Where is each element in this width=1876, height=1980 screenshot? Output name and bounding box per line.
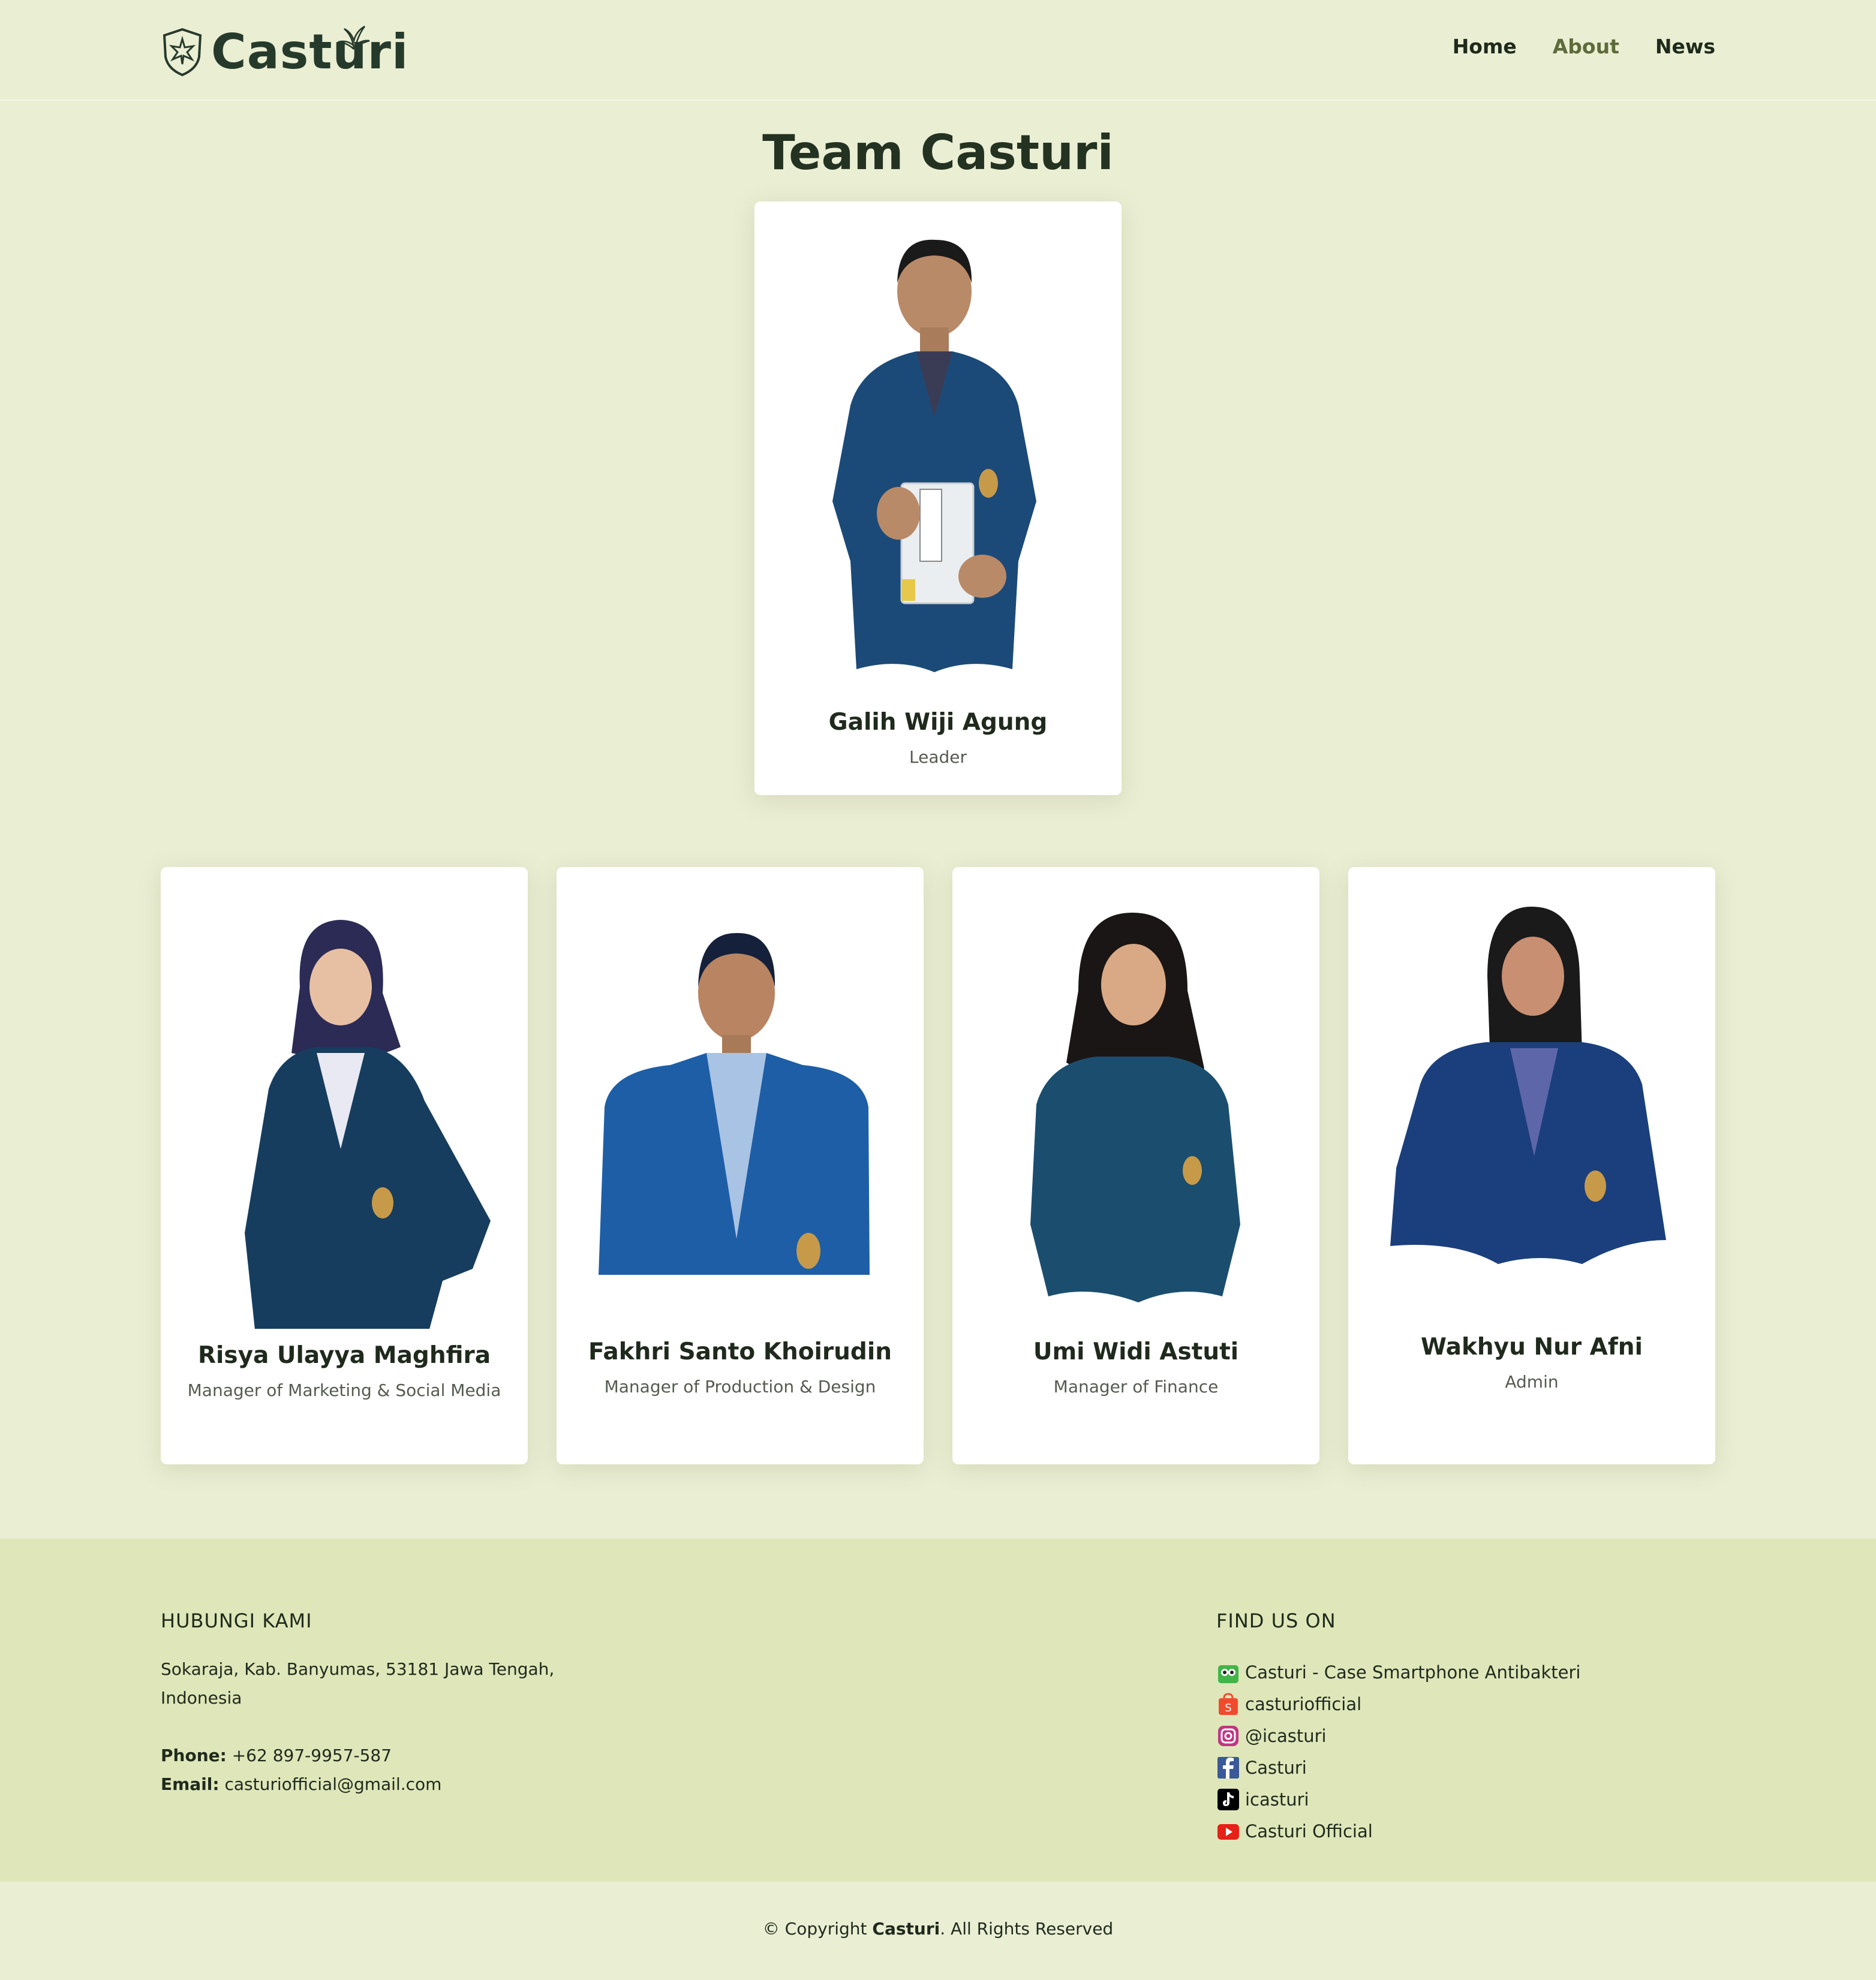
nav-home[interactable]: Home [1453, 35, 1517, 58]
copyright-prefix: © Copyright [762, 1919, 867, 1939]
phone-label: Phone: [161, 1746, 227, 1765]
member-photo [832, 239, 1036, 672]
member-name: Galih Wiji Agung [828, 709, 1048, 736]
social-link-tokopedia[interactable]: Casturi - Case Smartphone Antibakteri [1216, 1656, 1580, 1688]
address-line: Indonesia [161, 1688, 242, 1708]
copyright-brand: Casturi [872, 1919, 940, 1939]
member-name: Fakhri Santo Khoirudin [588, 1338, 892, 1365]
member-role: Manager of Marketing & Social Media [187, 1380, 501, 1400]
social-label: icasturi [1245, 1789, 1309, 1810]
page-title: Team Casturi [762, 125, 1114, 180]
youtube-icon [1217, 1823, 1239, 1840]
social-label: Casturi [1245, 1757, 1307, 1778]
brand-logo[interactable]: Casturi [161, 24, 408, 80]
nav-about[interactable]: About [1553, 35, 1619, 58]
contact-title: HUBUNGI KAMI [161, 1609, 312, 1632]
social-label: @icasturi [1245, 1725, 1327, 1746]
shield-logo-icon [163, 28, 202, 76]
social-link-instagram[interactable]: @icasturi [1216, 1720, 1580, 1752]
phone-row: Phone: +62 897-9957-587 [161, 1741, 554, 1770]
team-card: Umi Widi Astuti Manager of Finance [952, 867, 1319, 1464]
social-link-youtube[interactable]: Casturi Official [1216, 1815, 1580, 1847]
team-card: Wakhyu Nur Afni Admin [1348, 867, 1715, 1464]
instagram-icon [1218, 1725, 1238, 1746]
member-role: Admin [1505, 1372, 1559, 1392]
member-photo [599, 932, 870, 1275]
email-value[interactable]: casturiofficial@gmail.com [225, 1774, 442, 1794]
team-card: Risya Ulayya Maghfira Manager of Marketi… [161, 867, 528, 1464]
phone-value[interactable]: +62 897-9957-587 [232, 1746, 392, 1765]
social-label: Casturi - Case Smartphone Antibakteri [1245, 1662, 1581, 1683]
social-label: casturiofficial [1245, 1693, 1362, 1714]
member-name: Risya Ulayya Maghfira [197, 1342, 491, 1369]
member-role: Manager of Production & Design [604, 1377, 876, 1397]
copyright: © Copyright Casturi. All Rights Reserved [0, 1919, 1876, 1939]
social-label: Casturi Official [1245, 1820, 1373, 1841]
shopee-icon: S [1219, 1692, 1238, 1715]
member-name: Wakhyu Nur Afni [1421, 1334, 1643, 1361]
address-line: Sokaraja, Kab. Banyumas, 53181 Jawa Teng… [161, 1659, 555, 1679]
svg-text:S: S [1225, 1702, 1231, 1714]
member-photo [1030, 913, 1240, 1302]
copyright-suffix: . All Rights Reserved [940, 1919, 1114, 1939]
member-photo [1390, 907, 1666, 1264]
member-role: Leader [909, 747, 967, 767]
email-label: Email: [161, 1774, 220, 1794]
tokopedia-icon [1218, 1665, 1238, 1683]
team-card-leader: Galih Wiji Agung Leader [754, 201, 1122, 795]
leaf-ornament-icon [338, 25, 370, 50]
social-title: FIND US ON [1216, 1609, 1336, 1632]
member-photo [245, 920, 491, 1329]
tiktok-icon [1217, 1788, 1239, 1810]
member-name: Umi Widi Astuti [1033, 1338, 1239, 1365]
brand-name: Casturi [211, 24, 409, 80]
nav-news[interactable]: News [1655, 35, 1715, 58]
social-link-shopee[interactable]: S casturiofficial [1216, 1688, 1580, 1720]
member-role: Manager of Finance [1053, 1377, 1219, 1397]
site-header: Casturi Home About News [0, 0, 1876, 101]
social-link-facebook[interactable]: Casturi [1216, 1752, 1580, 1783]
email-row: Email: casturiofficial@gmail.com [161, 1770, 554, 1799]
team-card: Fakhri Santo Khoirudin Manager of Produc… [557, 867, 924, 1464]
main-nav: Home About News [1453, 35, 1715, 58]
facebook-icon [1217, 1756, 1239, 1779]
social-links: Casturi - Case Smartphone Antibakteri S … [1216, 1656, 1580, 1847]
contact-info: Sokaraja, Kab. Banyumas, 53181 Jawa Teng… [161, 1655, 554, 1799]
social-link-tiktok[interactable]: icasturi [1216, 1783, 1580, 1815]
